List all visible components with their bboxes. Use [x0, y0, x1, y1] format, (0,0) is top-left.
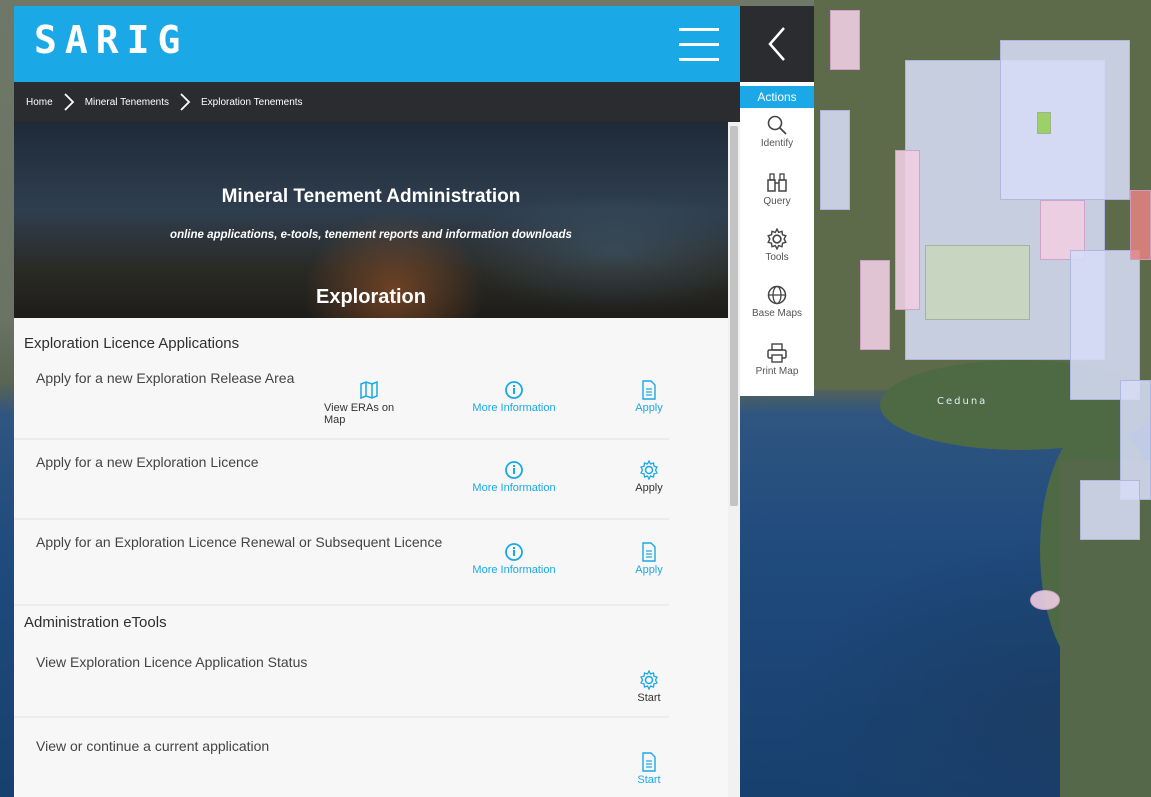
breadcrumb-exploration-tenements[interactable]: Exploration Tenements [201, 97, 303, 108]
section-heading: Administration eTools [24, 614, 167, 631]
list-item: View or continue a current application S… [14, 720, 669, 797]
row-text: Apply for a new Exploration Licence [36, 454, 259, 470]
start-button[interactable]: Start [629, 670, 669, 704]
chevron-left-icon[interactable] [764, 24, 790, 64]
more-information-button[interactable]: More Information [459, 542, 569, 576]
apply-button[interactable]: Apply [629, 542, 669, 576]
view-eras-on-map-button[interactable]: View ERAs on Map [324, 380, 414, 426]
row-text: Apply for a new Exploration Release Area [36, 370, 295, 386]
row-text: Apply for an Exploration Licence Renewal… [36, 534, 443, 550]
apply-label: Apply [635, 482, 663, 494]
apply-button[interactable]: Apply [629, 460, 669, 494]
binoculars-icon [767, 173, 787, 192]
app-header: SARIG [14, 6, 740, 82]
query-button[interactable]: Query [740, 172, 814, 207]
print-map-label: Print Map [755, 366, 799, 377]
document-icon [642, 542, 656, 562]
apply-button[interactable]: Apply [629, 380, 669, 414]
page-title: Mineral Tenement Administration [221, 186, 521, 207]
map-tenement [1037, 112, 1051, 134]
start-label: Start [637, 692, 661, 704]
breadcrumb-home[interactable]: Home [26, 97, 53, 108]
info-icon [505, 543, 523, 561]
map-tenement [1130, 190, 1151, 260]
scrollbar[interactable] [728, 122, 740, 797]
query-label: Query [763, 196, 791, 207]
content-panel: SARIG Home Mineral Tenements Exploration… [14, 6, 740, 797]
map-tenement [830, 10, 860, 70]
apply-label: Apply [635, 402, 663, 414]
row-text: View Exploration Licence Application Sta… [36, 654, 308, 670]
print-map-button[interactable]: Print Map [740, 342, 814, 377]
more-information-button[interactable]: More Information [459, 380, 569, 414]
chevron-right-icon [180, 93, 191, 111]
list-item: Apply for a new Exploration Licence More… [14, 442, 669, 520]
sarig-logo[interactable]: SARIG [34, 18, 188, 62]
info-icon [505, 461, 523, 479]
map-tenement [860, 260, 890, 350]
printer-icon [767, 343, 787, 363]
actions-sidebar: Actions Identify Query Tools Base Maps P… [740, 6, 814, 396]
identify-label: Identify [760, 138, 794, 149]
sidebar-header [740, 6, 814, 82]
map-tenement [820, 110, 850, 210]
breadcrumb: Home Mineral Tenements Exploration Tenem… [14, 82, 740, 122]
more-information-label: More Information [472, 564, 556, 576]
actions-title: Actions [740, 86, 814, 108]
breadcrumb-mineral-tenements[interactable]: Mineral Tenements [85, 97, 169, 108]
gear-icon [640, 460, 658, 480]
main-content: Exploration Licence Applications Apply f… [14, 318, 728, 797]
base-maps-button[interactable]: Base Maps [740, 284, 814, 319]
section-title: Exploration [315, 286, 426, 308]
hero-banner: Mineral Tenement Administration online a… [14, 122, 728, 318]
map-icon [360, 380, 378, 400]
gear-icon [767, 228, 787, 250]
map-tenement [925, 245, 1030, 320]
list-item: Apply for a new Exploration Release Area… [14, 360, 669, 440]
map-tenement [1000, 40, 1130, 200]
document-icon [642, 752, 656, 772]
section-heading: Exploration Licence Applications [24, 335, 240, 352]
identify-button[interactable]: Identify [740, 114, 814, 149]
hamburger-menu-icon[interactable] [679, 28, 719, 62]
map-place-label: Ceduna [937, 396, 988, 407]
magnifier-icon [767, 115, 787, 135]
start-button[interactable]: Start [629, 752, 669, 786]
info-icon [505, 381, 523, 399]
map-tenement [1080, 480, 1140, 540]
more-information-label: More Information [472, 402, 556, 414]
base-maps-label: Base Maps [751, 308, 803, 319]
globe-icon [767, 285, 787, 305]
more-information-label: More Information [472, 482, 556, 494]
start-label: Start [637, 774, 661, 786]
page-subtitle: online applications, e-tools, tenement r… [170, 229, 572, 241]
map-tenement [895, 150, 920, 310]
gear-icon [640, 670, 658, 690]
tools-button[interactable]: Tools [740, 228, 814, 263]
list-item: Apply for an Exploration Licence Renewal… [14, 522, 669, 606]
map-tenement [1070, 250, 1140, 400]
document-icon [642, 380, 656, 400]
tools-label: Tools [765, 252, 789, 263]
row-text: View or continue a current application [36, 738, 270, 754]
more-information-button[interactable]: More Information [459, 460, 569, 494]
list-item: View Exploration Licence Application Sta… [14, 642, 669, 718]
map-tenement [1030, 590, 1060, 610]
scrollbar-thumb[interactable] [730, 126, 738, 506]
apply-label: Apply [635, 564, 663, 576]
view-eras-on-map-label: View ERAs on Map [324, 402, 395, 426]
chevron-right-icon [64, 93, 74, 111]
